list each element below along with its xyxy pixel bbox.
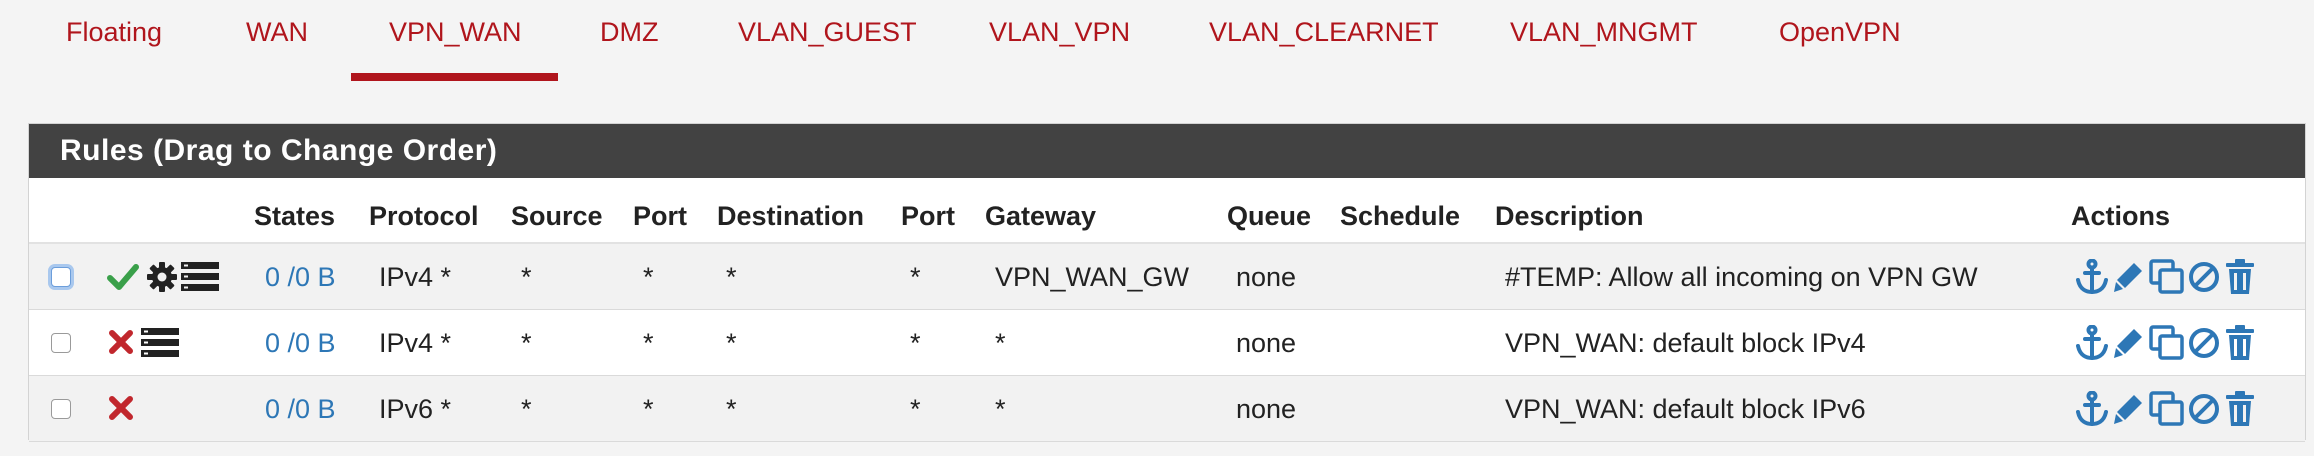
- rules-panel: Rules (Drag to Change Order) States Prot…: [28, 123, 2306, 442]
- queue-cell: none: [1236, 262, 1297, 292]
- interface-tabs: Floating WAN VPN_WAN DMZ VLAN_GUEST VLAN…: [0, 0, 2314, 84]
- gateway-cell: VPN_WAN_GW: [995, 262, 1190, 292]
- edit-pencil-icon[interactable]: [2114, 259, 2146, 295]
- advanced-options-icon: [181, 262, 219, 291]
- gateway-cell: *: [995, 394, 1006, 424]
- tab-dmz[interactable]: DMZ: [600, 14, 658, 50]
- advanced-options-icon: [141, 328, 179, 357]
- column-header-description: Description: [1495, 201, 1644, 231]
- tab-vlan-vpn[interactable]: VLAN_VPN: [989, 14, 1130, 50]
- block-x-icon: [109, 330, 133, 354]
- queue-cell: none: [1236, 328, 1297, 358]
- gateway-cell: *: [995, 328, 1006, 358]
- table-row[interactable]: 0 /0 B IPv6 * * * * * * none VPN_WAN: de…: [29, 376, 2305, 442]
- source-cell: *: [521, 394, 532, 424]
- delete-trash-icon[interactable]: [2225, 391, 2255, 427]
- column-header-schedule: Schedule: [1340, 201, 1461, 231]
- source-cell: *: [521, 262, 532, 292]
- row-select-checkbox[interactable]: [51, 333, 71, 353]
- column-header-destination-port: Port: [901, 201, 955, 231]
- edit-pencil-icon[interactable]: [2114, 391, 2146, 427]
- states-link[interactable]: 0 /0 B: [265, 376, 336, 442]
- row-select-checkbox[interactable]: [51, 267, 71, 287]
- tab-vlan-mngmt[interactable]: VLAN_MNGMT: [1510, 14, 1698, 50]
- destination-cell: *: [726, 394, 737, 424]
- protocol-cell: IPv4 *: [379, 262, 452, 292]
- pass-check-icon: [107, 264, 139, 290]
- table-row[interactable]: 0 /0 B IPv4 * * * * * * none VPN_WAN: de…: [29, 310, 2305, 376]
- port-cell: *: [643, 262, 654, 292]
- column-header-port: Port: [633, 201, 687, 231]
- destination-port-cell: *: [910, 262, 921, 292]
- states-link[interactable]: 0 /0 B: [265, 244, 336, 310]
- anchor-icon[interactable]: [2075, 325, 2109, 361]
- table-row[interactable]: 0 /0 B IPv4 * * * * * VPN_WAN_GW none #T…: [29, 244, 2305, 310]
- block-x-icon: [109, 396, 133, 420]
- edit-pencil-icon[interactable]: [2114, 325, 2146, 361]
- protocol-cell: IPv4 *: [379, 328, 452, 358]
- tab-vlan-clearnet[interactable]: VLAN_CLEARNET: [1209, 14, 1439, 50]
- destination-port-cell: *: [910, 394, 921, 424]
- column-header-queue: Queue: [1227, 201, 1312, 231]
- disable-icon[interactable]: [2187, 325, 2221, 361]
- destination-cell: *: [726, 328, 737, 358]
- destination-port-cell: *: [910, 328, 921, 358]
- queue-cell: none: [1236, 394, 1297, 424]
- delete-trash-icon[interactable]: [2225, 259, 2255, 295]
- port-cell: *: [643, 394, 654, 424]
- column-header-actions: Actions: [2071, 201, 2171, 231]
- column-header-destination: Destination: [717, 201, 865, 231]
- tab-vlan-guest[interactable]: VLAN_GUEST: [738, 14, 917, 50]
- delete-trash-icon[interactable]: [2225, 325, 2255, 361]
- copy-icon[interactable]: [2149, 325, 2185, 361]
- tab-vpn-wan[interactable]: VPN_WAN: [389, 14, 522, 50]
- description-cell: #TEMP: Allow all incoming on VPN GW: [1505, 262, 1978, 292]
- anchor-icon[interactable]: [2075, 259, 2109, 295]
- port-cell: *: [643, 328, 654, 358]
- column-header-gateway: Gateway: [985, 201, 1097, 231]
- destination-cell: *: [726, 262, 737, 292]
- panel-title: Rules (Drag to Change Order): [60, 134, 498, 167]
- tab-openvpn[interactable]: OpenVPN: [1779, 14, 1901, 50]
- source-cell: *: [521, 328, 532, 358]
- gear-icon: [147, 262, 177, 292]
- disable-icon[interactable]: [2187, 259, 2221, 295]
- copy-icon[interactable]: [2149, 391, 2185, 427]
- row-select-checkbox[interactable]: [51, 399, 71, 419]
- column-header-protocol: Protocol: [369, 201, 479, 231]
- tab-wan[interactable]: WAN: [246, 14, 308, 50]
- panel-heading: Rules (Drag to Change Order): [29, 124, 2305, 178]
- active-tab-indicator: [351, 73, 558, 81]
- protocol-cell: IPv6 *: [379, 394, 452, 424]
- column-header-source: Source: [511, 201, 603, 231]
- tab-floating[interactable]: Floating: [66, 14, 162, 50]
- description-cell: VPN_WAN: default block IPv4: [1505, 328, 1866, 358]
- column-header-states: States: [254, 201, 336, 231]
- disable-icon[interactable]: [2187, 391, 2221, 427]
- states-link[interactable]: 0 /0 B: [265, 310, 336, 376]
- description-cell: VPN_WAN: default block IPv6: [1505, 394, 1866, 424]
- copy-icon[interactable]: [2149, 259, 2185, 295]
- anchor-icon[interactable]: [2075, 391, 2109, 427]
